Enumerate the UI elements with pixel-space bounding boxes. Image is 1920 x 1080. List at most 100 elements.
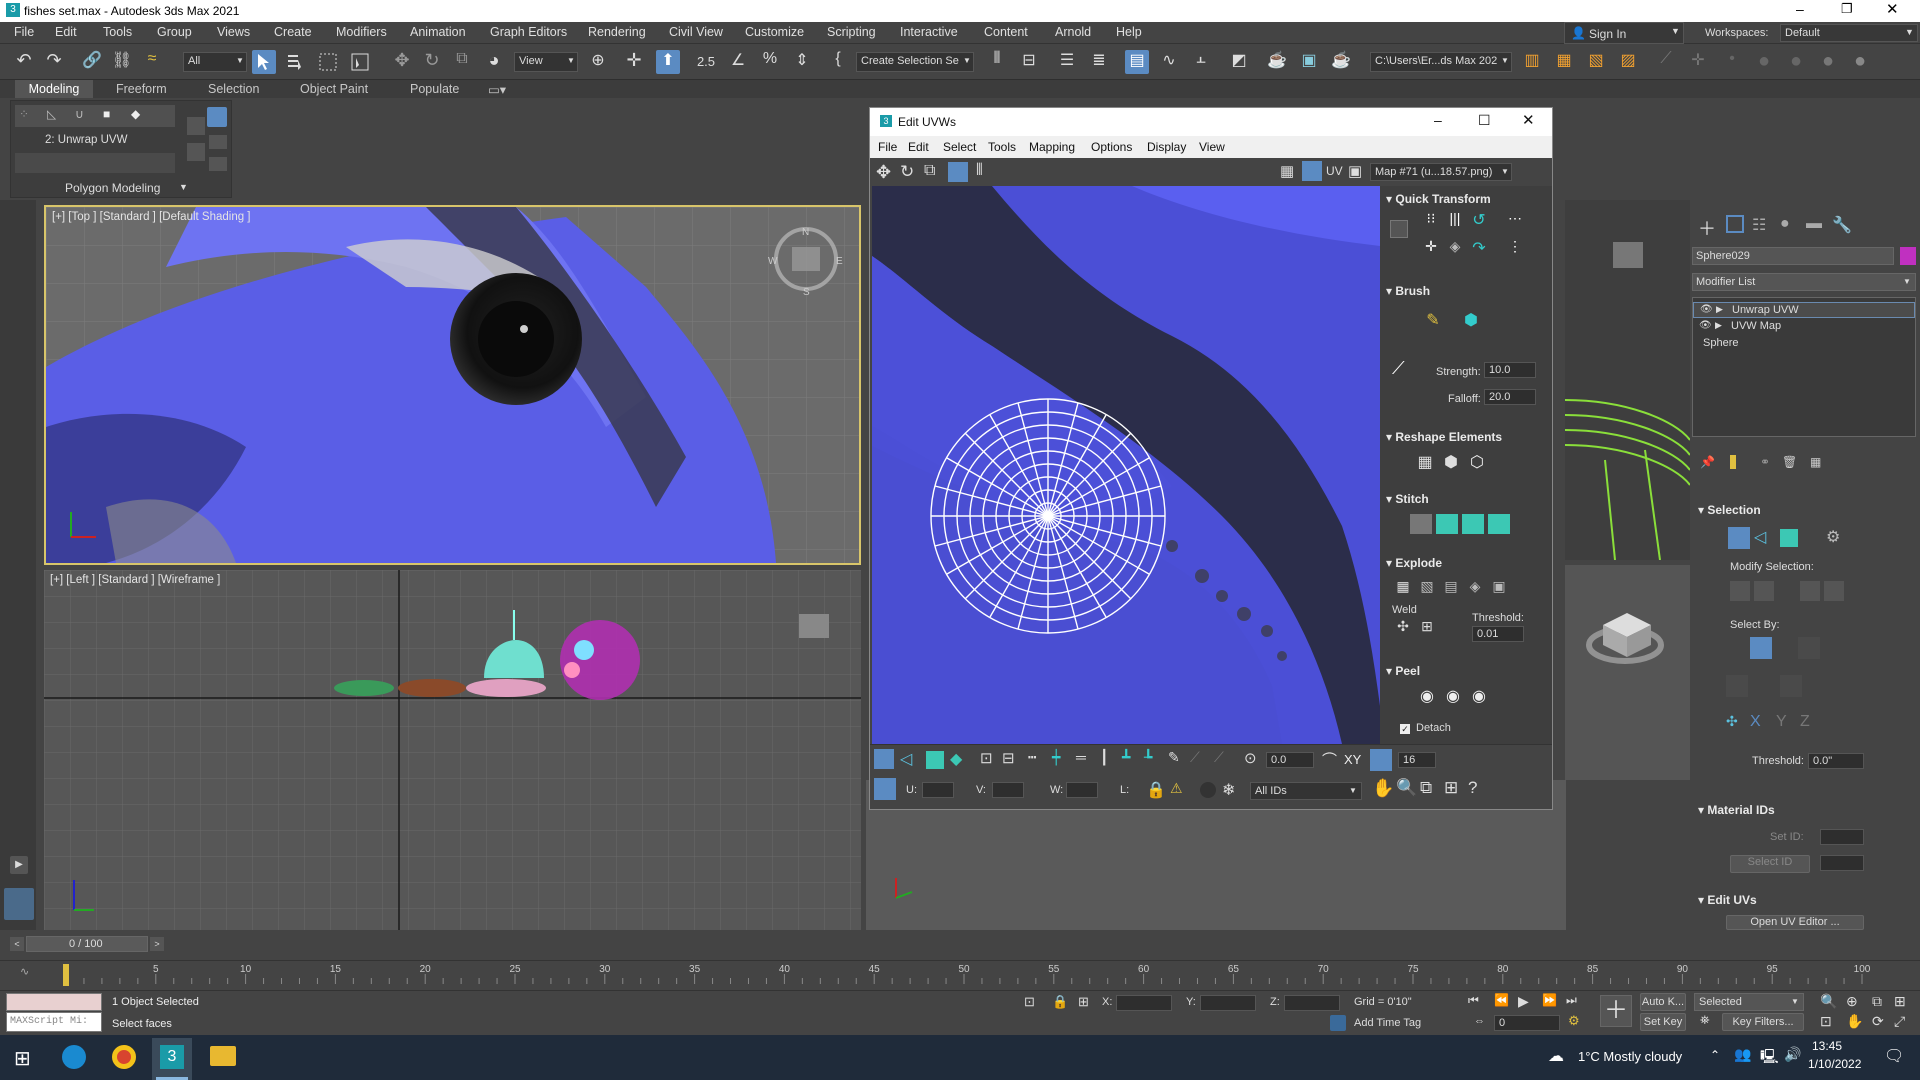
absolute-mode-icon[interactable] <box>874 778 896 800</box>
show-end-result-icon[interactable] <box>1730 455 1736 469</box>
menu-rendering[interactable]: Rendering <box>588 25 646 39</box>
reset-peel-icon[interactable]: ◉ <box>1468 686 1490 708</box>
scene-explorer-icon[interactable]: ☰ <box>1055 50 1079 74</box>
redo-icon[interactable]: ↷ <box>42 50 66 74</box>
select-by-smoothing-icon[interactable] <box>1798 637 1820 659</box>
weld-threshold-spinner[interactable]: 0.01 <box>1472 626 1524 642</box>
time-config-gear-icon[interactable]: ⚙ <box>1568 1013 1580 1029</box>
align-horizontal-icon[interactable]: ⁝⁝ <box>1420 210 1442 232</box>
menu-create[interactable]: Create <box>274 25 312 39</box>
schematic-view-icon[interactable]: ⫠ <box>1189 50 1213 74</box>
keyboard-shortcut-override-icon[interactable]: ⬆ <box>656 50 680 74</box>
ribbon-icon-a[interactable] <box>187 117 205 135</box>
element-select-icon[interactable]: ◆ <box>950 749 970 769</box>
add-time-tag-label[interactable]: Add Time Tag <box>1354 1017 1421 1029</box>
minimize-icon[interactable]: – <box>1796 1 1804 17</box>
falloff-curve-icon[interactable]: ⌒ <box>1322 749 1342 769</box>
chrome-browser-icon[interactable] <box>112 1045 136 1069</box>
scale-icon[interactable]: ⧉ <box>450 50 474 74</box>
absolute-transform-icon[interactable]: ⊞ <box>1078 994 1089 1010</box>
menu-civil-view[interactable]: Civil View <box>669 25 723 39</box>
ribbon-icon-c[interactable] <box>209 135 227 149</box>
menu-tools[interactable]: Tools <box>103 25 132 39</box>
utilities-tab-icon[interactable]: 🔧 <box>1832 215 1852 235</box>
reshape-elements-header[interactable]: Reshape Elements <box>1386 430 1502 444</box>
uv-menu-tools[interactable]: Tools <box>988 140 1016 154</box>
paint-brush-icon[interactable]: ✎ <box>1422 310 1444 332</box>
stack-item-unwrap-uvw[interactable]: 👁 ▶ Unwrap UVW <box>1693 302 1915 318</box>
undo-icon[interactable]: ↶ <box>12 50 36 74</box>
project-folder-icon[interactable]: ▦ <box>1552 50 1576 74</box>
zoom-extents-icon[interactable]: ⊞ <box>1444 778 1458 798</box>
axis-select-icon[interactable]: ✣ <box>1726 713 1748 735</box>
move-icon[interactable]: ✥ <box>390 50 414 74</box>
edge-browser-icon[interactable] <box>62 1045 86 1069</box>
time-tag-icon[interactable] <box>1330 1015 1346 1031</box>
open-uv-editor-button[interactable]: Open UV Editor ... <box>1726 915 1864 930</box>
time-slider[interactable]: 0 / 100 <box>26 936 148 952</box>
map-dropdown[interactable]: Map #71 (u...18.57.png) ▼ <box>1370 163 1512 181</box>
relax-icon[interactable]: ⬢ <box>1440 452 1462 474</box>
hierarchy-tab-icon[interactable]: ☷ <box>1752 215 1766 235</box>
zoom-extents-selected-icon[interactable]: ⊞ <box>1894 993 1906 1010</box>
menu-arnold[interactable]: Arnold <box>1055 25 1091 39</box>
maximize-viewport-icon[interactable]: ⤢ <box>1894 1013 1905 1030</box>
menu-interactive[interactable]: Interactive <box>900 25 958 39</box>
stack-item-sphere[interactable]: Sphere <box>1693 336 1915 352</box>
pin-stack-icon[interactable]: 📌 <box>1700 455 1715 469</box>
arnold-render-icon[interactable]: ● <box>1816 50 1840 74</box>
render-production-icon[interactable]: ☕ <box>1329 50 1353 74</box>
render-setup-icon[interactable]: ☕ <box>1265 50 1289 74</box>
select-overlap-icon[interactable] <box>1726 675 1748 697</box>
spinner-snap-icon[interactable]: ⇕ <box>790 50 814 74</box>
key-mode-icon[interactable]: ⛯ <box>1700 1013 1710 1028</box>
modifier-list-dropdown[interactable]: Modifier List ▼ <box>1692 273 1916 291</box>
windows-start-icon[interactable]: ⊞ <box>14 1046 31 1071</box>
modify-tab-icon[interactable] <box>1726 215 1744 233</box>
w-field[interactable] <box>1066 782 1098 798</box>
select-id-spinner[interactable] <box>1820 855 1864 871</box>
sign-in-button[interactable]: 👤 Sign In ▼ <box>1564 22 1684 44</box>
zoom-all-icon[interactable]: ⊕ <box>1846 993 1858 1010</box>
set-id-spinner[interactable] <box>1820 829 1864 845</box>
restore-icon[interactable]: ❐ <box>1841 1 1853 17</box>
tab-populate[interactable]: Populate <box>410 82 459 96</box>
stitch-to-target-icon[interactable] <box>1436 514 1458 534</box>
menu-edit[interactable]: Edit <box>55 25 77 39</box>
detach-edge-icon[interactable]: ▧ <box>1416 578 1438 598</box>
weld-all-icon[interactable]: ⊞ <box>1416 618 1438 638</box>
weather-icon[interactable]: ☁ <box>1548 1046 1564 1066</box>
extra-tools-icon[interactable]: ✛ <box>1686 50 1710 74</box>
motion-tab-icon[interactable]: ● <box>1780 215 1790 233</box>
brush-header[interactable]: Brush <box>1386 284 1430 298</box>
viewport-top[interactable]: N W E S [+] [Top ] [Standard ] [Default … <box>44 205 861 565</box>
flatten-by-material-icon[interactable]: ▣ <box>1488 578 1510 598</box>
xy-space-toggle[interactable]: XY <box>1344 752 1361 767</box>
uv-menu-select[interactable]: Select <box>943 140 976 154</box>
minimize-icon[interactable]: – <box>1434 112 1442 128</box>
curve-editor-icon[interactable]: ∿ <box>1157 50 1181 74</box>
track-bar-icon[interactable]: ∿ <box>20 965 29 978</box>
configure-modifier-sets-icon[interactable]: ▦ <box>1810 455 1821 469</box>
vertex-mode-icon[interactable] <box>1728 527 1750 549</box>
uv-scale-icon[interactable]: ⧉ <box>924 162 935 180</box>
viewport-label-top[interactable]: [+] [Top ] [Standard ] [Default Shading … <box>52 211 251 223</box>
viewport-left[interactable]: [+] [Left ] [Standard ] [Wireframe ] <box>44 570 861 930</box>
grid-snap-icon[interactable] <box>1370 749 1392 771</box>
notifications-icon[interactable]: 🗨 <box>1884 1046 1904 1066</box>
vertex-select-icon[interactable] <box>874 749 894 769</box>
arnold-light-icon[interactable]: ● <box>1752 50 1776 74</box>
stitch-to-source-icon[interactable] <box>1488 514 1510 534</box>
face-select-icon[interactable] <box>926 751 944 769</box>
maximize-icon[interactable]: ☐ <box>1478 112 1491 129</box>
expand-icon[interactable]: ▶ <box>1715 320 1722 331</box>
current-frame-field[interactable]: 0 <box>1494 1015 1560 1031</box>
selection-rollout-header[interactable]: Selection <box>1698 503 1760 517</box>
menu-file[interactable]: File <box>14 25 34 39</box>
viewport-front-partial[interactable] <box>1565 200 1690 560</box>
rectangular-selection-icon[interactable] <box>316 50 340 74</box>
align-icon[interactable]: ⊟ <box>1017 50 1041 74</box>
straighten-selection-icon[interactable]: ▦ <box>1414 452 1436 474</box>
uv-freeform-icon[interactable] <box>948 162 968 182</box>
edit-named-selection-icon[interactable]: { <box>826 50 850 74</box>
